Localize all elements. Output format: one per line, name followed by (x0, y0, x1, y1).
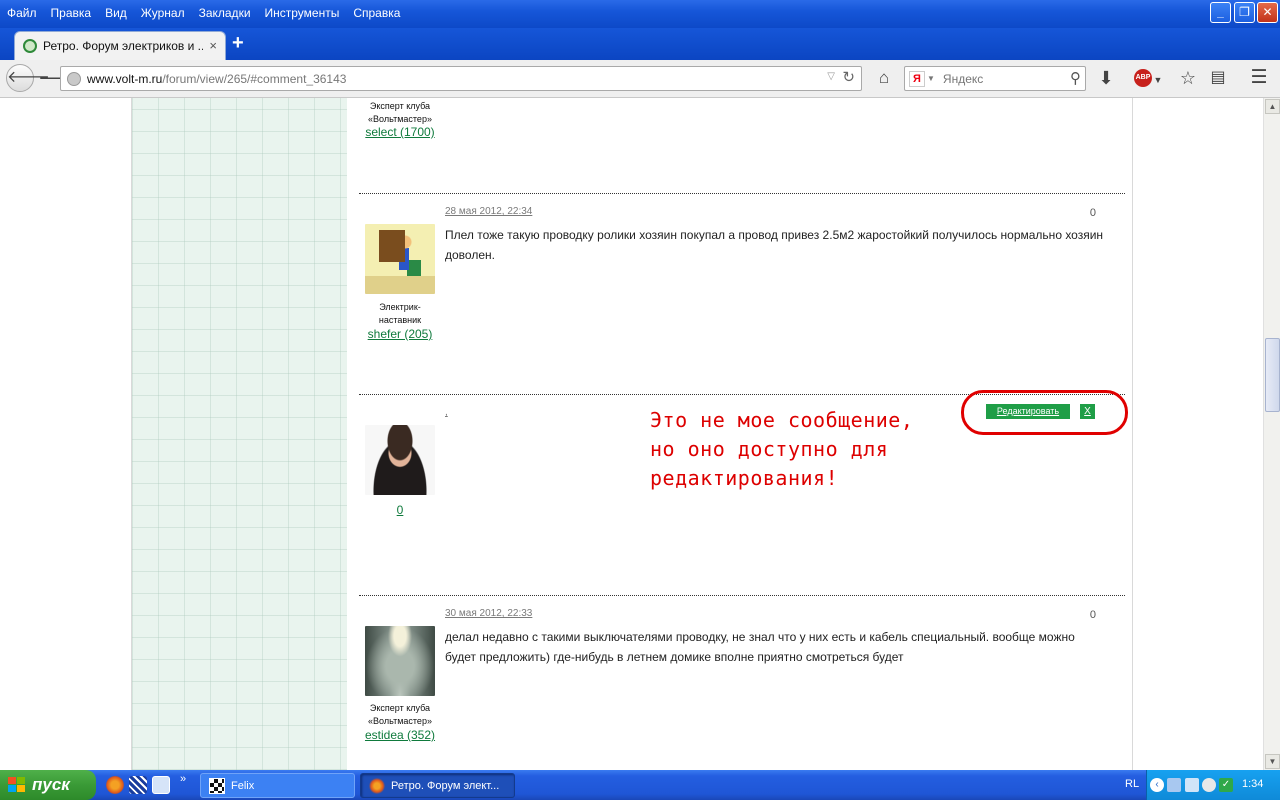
firefox-icon (369, 777, 385, 794)
start-label: пуск (32, 775, 70, 794)
user-avatar[interactable] (365, 224, 435, 294)
rank-line: наставник (378, 315, 422, 325)
post-divider (359, 595, 1125, 596)
rank-line: Электрик- (379, 302, 421, 312)
hamburger-menu-icon[interactable]: ☰ (1248, 67, 1270, 91)
menu-edit[interactable]: Правка (44, 3, 99, 20)
forward-button[interactable]: 🡒 (38, 67, 86, 91)
wireless-icon[interactable] (1185, 778, 1199, 792)
maximize-button[interactable]: ❐ (1234, 2, 1255, 23)
user-avatar[interactable] (365, 626, 435, 696)
language-indicator[interactable]: RL (1125, 778, 1139, 790)
forum-page: Эксперт клуба «Вольтмастер» select (1700… (131, 98, 1133, 770)
task-label: Felix (231, 779, 255, 792)
network-icon[interactable] (1167, 778, 1181, 792)
tray-expand-chevron-icon[interactable]: ‹ (1150, 778, 1164, 792)
download-icon[interactable]: ⬇ (1096, 67, 1116, 91)
post-date[interactable]: 30 мая 2012, 22:33 (445, 608, 532, 619)
back-button[interactable]: 🡐 (6, 64, 50, 92)
site-favicon-icon (23, 39, 37, 53)
new-tab-button[interactable]: + (232, 32, 244, 55)
menubar: Файл Правка Вид Журнал Закладки Инструме… (0, 0, 407, 22)
globe-icon (67, 71, 81, 86)
tab-strip: Ретро. Форум электриков и ... × + (0, 28, 1280, 60)
home-icon[interactable]: ⌂ (874, 67, 894, 91)
tab-title: Ретро. Форум электриков и ... (43, 39, 203, 53)
flag-quicklaunch-icon[interactable] (129, 776, 147, 794)
navigation-toolbar: 🡐 🡒 www.volt-m.ru /forum/view/265/#comme… (0, 60, 1280, 98)
post-rating: 0 (1089, 207, 1096, 219)
rank-line: «Вольтмастер» (368, 114, 432, 124)
windows-logo-icon (8, 777, 26, 793)
rank-line: Эксперт клуба (369, 101, 431, 111)
scroll-down-arrow-icon[interactable]: ▼ (1265, 754, 1280, 769)
menu-bookmarks[interactable]: Закладки (192, 3, 258, 20)
user-link[interactable]: select (1700) (344, 125, 456, 139)
bookmarks-list-icon[interactable]: ▤ (1208, 67, 1228, 91)
user-rank: Эксперт клуба «Вольтмастер» (354, 100, 446, 126)
task-label: Ретро. Форум элект... (391, 779, 500, 792)
taskbar-item-felix[interactable]: Felix (200, 773, 355, 798)
scroll-thumb[interactable] (1265, 338, 1280, 412)
menu-help[interactable]: Справка (346, 3, 407, 20)
taskbar: пуск » Felix Ретро. Форум элект... RL ‹ … (0, 770, 1280, 800)
url-domain: www.volt-m.ru (87, 71, 163, 86)
menu-history[interactable]: Журнал (134, 3, 192, 20)
bookmark-star-icon[interactable]: ☆ (1178, 67, 1198, 91)
user-avatar[interactable] (365, 425, 435, 495)
user-rank: Эксперт клуба «Вольтмастер» (354, 702, 446, 728)
minimize-button[interactable]: _ (1210, 2, 1231, 23)
user-link[interactable]: 0 (344, 503, 456, 517)
user-link[interactable]: shefer (205) (344, 327, 456, 341)
user-rank: Электрик- наставник (354, 301, 446, 327)
search-input[interactable] (940, 70, 1061, 87)
search-bar[interactable]: Я ▼ ⚲ (904, 66, 1086, 91)
user-link[interactable]: estidea (352) (344, 728, 456, 742)
clock[interactable]: 1:34 (1242, 778, 1263, 790)
firefox-quicklaunch-icon[interactable] (106, 776, 124, 794)
quicklaunch-more-icon[interactable]: » (180, 773, 186, 785)
rank-line: «Вольтмастер» (368, 716, 432, 726)
post-date[interactable]: , (445, 407, 448, 418)
post-text: делал недавно с такими выключателями про… (445, 630, 1075, 664)
annotation-line: редактирования! (650, 466, 839, 490)
url-history-dropdown-icon[interactable]: ▽ (827, 71, 835, 82)
security-check-icon[interactable]: ✓ (1219, 778, 1233, 792)
menu-file[interactable]: Файл (0, 3, 44, 20)
speaker-icon[interactable] (1202, 778, 1216, 792)
adblock-plus-icon[interactable]: ABP (1134, 69, 1152, 87)
rank-line: Эксперт клуба (369, 703, 431, 713)
post-date[interactable]: 28 мая 2012, 22:34 (445, 206, 532, 217)
close-window-button[interactable]: ✕ (1257, 2, 1278, 23)
post-rating: 0 (1089, 609, 1096, 621)
menu-tools[interactable]: Инструменты (258, 3, 347, 20)
post-text: Плел тоже такую проводку ролики хозяин п… (445, 228, 1104, 262)
mail-quicklaunch-icon[interactable] (152, 776, 170, 794)
search-engine-dropdown-icon[interactable]: ▼ (927, 74, 935, 83)
red-annotation-text: Это не мое сообщение, но оно доступно дл… (650, 406, 970, 493)
adblock-dropdown-icon[interactable]: ▼ (1153, 69, 1163, 93)
tab-forum[interactable]: Ретро. Форум электриков и ... × (14, 31, 226, 60)
taskbar-item-browser[interactable]: Ретро. Форум элект... (360, 773, 515, 798)
vertical-scrollbar[interactable]: ▲ ▼ (1263, 98, 1280, 770)
post-divider (359, 193, 1125, 194)
decorative-blueprint-background (132, 98, 347, 770)
scroll-up-arrow-icon[interactable]: ▲ (1265, 99, 1280, 114)
tab-close-icon[interactable]: × (209, 38, 217, 53)
address-bar[interactable]: www.volt-m.ru /forum/view/265/#comment_3… (60, 66, 862, 91)
annotation-line: но оно доступно для (650, 437, 889, 461)
annotation-line: Это не мое сообщение, (650, 408, 914, 432)
menu-view[interactable]: Вид (98, 3, 134, 20)
window-titlebar: Файл Правка Вид Журнал Закладки Инструме… (0, 0, 1280, 28)
start-button[interactable]: пуск (0, 770, 96, 800)
felix-app-icon (209, 777, 225, 794)
url-path: /forum/view/265/#comment_36143 (162, 71, 347, 86)
search-icon[interactable]: ⚲ (1070, 69, 1081, 87)
page-viewport: Эксперт клуба «Вольтмастер» select (1700… (0, 98, 1263, 770)
reload-icon[interactable]: ↻ (842, 68, 855, 86)
yandex-icon: Я (909, 70, 925, 87)
red-highlight-oval (961, 390, 1128, 435)
